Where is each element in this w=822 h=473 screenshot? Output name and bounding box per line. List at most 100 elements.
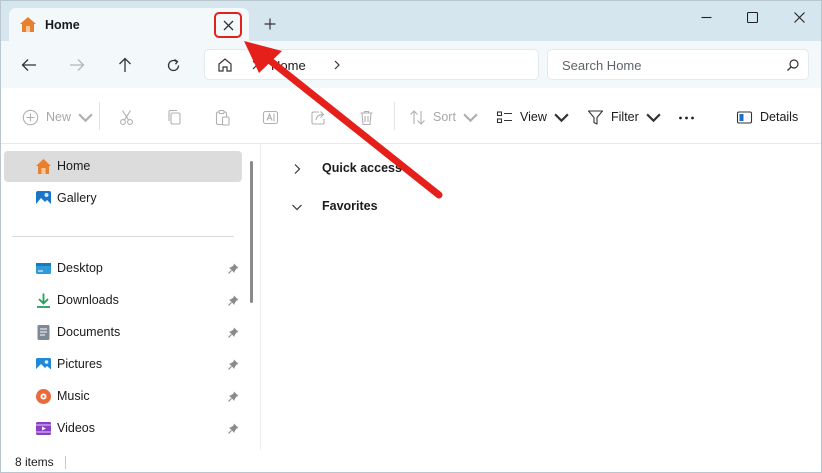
chevron-down-icon — [292, 204, 302, 211]
chevron-right-icon — [294, 164, 301, 174]
filter-icon — [587, 109, 604, 125]
sidebar-item-documents[interactable]: Documents — [4, 317, 242, 348]
section-label: Quick access — [322, 161, 402, 175]
section-quick-access[interactable]: Quick access — [291, 158, 402, 180]
sort-button[interactable]: Sort — [409, 106, 479, 128]
status-bar: 8 items — [1, 450, 821, 472]
chevron-right-icon[interactable] — [333, 58, 341, 72]
pin-icon[interactable] — [228, 263, 239, 274]
title-bar: Home — [1, 1, 821, 42]
home-icon — [36, 159, 51, 174]
delete-icon — [360, 110, 373, 125]
desktop-icon — [36, 263, 51, 274]
details-button[interactable]: Details — [736, 106, 798, 128]
sort-icon — [410, 109, 425, 125]
sidebar-item-home[interactable]: Home — [4, 151, 242, 182]
status-divider — [65, 456, 66, 469]
minimize-button[interactable] — [683, 1, 729, 33]
sidebar-item-label: Music — [57, 389, 90, 403]
pictures-icon — [36, 358, 51, 371]
address-field[interactable]: Home — [204, 49, 539, 80]
sidebar-item-pictures[interactable]: Pictures — [4, 349, 242, 380]
filter-label: Filter — [611, 110, 639, 124]
paste-button[interactable] — [214, 106, 231, 128]
refresh-icon — [167, 58, 179, 71]
tab-home[interactable]: Home — [9, 8, 249, 42]
content-pane: Quick access Favorites — [261, 144, 821, 450]
section-label: Favorites — [322, 199, 378, 213]
nav-divider — [12, 236, 234, 237]
close-window-button[interactable] — [776, 1, 821, 33]
rename-icon — [262, 110, 279, 124]
navigation-pane: Home Gallery Desktop Downloads Documents… — [1, 144, 259, 450]
forward-arrow-icon — [70, 59, 85, 71]
forward-button[interactable] — [64, 53, 90, 77]
chevron-down-icon — [78, 113, 93, 122]
new-button[interactable]: New — [22, 106, 94, 128]
item-count: 8 items — [15, 455, 54, 469]
chevron-down-icon — [554, 113, 569, 122]
up-arrow-icon — [119, 57, 131, 72]
back-button[interactable] — [16, 53, 42, 77]
plus-icon — [264, 18, 276, 30]
new-label: New — [46, 110, 72, 124]
toolbar-divider — [99, 102, 100, 130]
pin-icon[interactable] — [228, 423, 239, 434]
cut-icon — [120, 109, 133, 125]
back-arrow-icon — [21, 59, 36, 71]
cut-button[interactable] — [118, 106, 135, 128]
new-tab-button[interactable] — [259, 13, 281, 35]
filter-button[interactable]: Filter — [587, 106, 662, 128]
tab-close-button[interactable] — [214, 12, 242, 38]
sidebar-item-music[interactable]: Music — [4, 381, 242, 412]
breadcrumb-home[interactable]: Home — [271, 58, 306, 73]
pin-icon[interactable] — [228, 359, 239, 370]
more-icon — [679, 116, 694, 119]
view-button[interactable]: View — [496, 106, 570, 128]
address-bar: Home Search Home — [1, 41, 821, 88]
sidebar-item-label: Videos — [57, 421, 95, 435]
more-options-button[interactable] — [678, 106, 695, 128]
maximize-icon — [746, 11, 758, 23]
sidebar-item-downloads[interactable]: Downloads — [4, 285, 242, 316]
refresh-button[interactable] — [160, 53, 186, 77]
close-icon — [223, 20, 233, 30]
search-input[interactable]: Search Home — [547, 49, 809, 80]
videos-icon — [36, 422, 51, 435]
copy-button[interactable] — [166, 106, 183, 128]
pin-icon[interactable] — [228, 295, 239, 306]
sidebar-item-label: Downloads — [57, 293, 119, 307]
section-favorites[interactable]: Favorites — [291, 196, 378, 218]
scrollbar[interactable] — [250, 161, 253, 303]
delete-button[interactable] — [358, 106, 375, 128]
chevron-right-icon[interactable] — [251, 58, 259, 72]
view-list-icon — [496, 110, 512, 123]
maximize-button[interactable] — [729, 1, 775, 33]
toolbar-divider — [394, 102, 395, 130]
rename-button[interactable] — [262, 106, 279, 128]
pin-icon[interactable] — [228, 391, 239, 402]
command-bar: New Sort View Filter Details — [1, 88, 821, 144]
pin-icon[interactable] — [228, 327, 239, 338]
up-button[interactable] — [112, 53, 138, 77]
sidebar-item-label: Gallery — [57, 191, 97, 205]
sidebar-item-videos[interactable]: Videos — [4, 413, 242, 444]
sidebar-item-gallery[interactable]: Gallery — [4, 183, 242, 214]
home-icon — [20, 17, 36, 32]
close-icon — [793, 11, 805, 23]
chevron-down-icon — [463, 113, 478, 122]
sidebar-item-desktop[interactable]: Desktop — [4, 253, 242, 284]
downloads-icon — [37, 293, 50, 308]
details-pane-icon — [736, 110, 753, 124]
file-explorer-window: Home Home Search Home New Sort View Filt… — [0, 0, 822, 473]
gallery-icon — [36, 191, 51, 206]
sidebar-item-label: Desktop — [57, 261, 103, 275]
music-icon — [36, 389, 51, 404]
chevron-down-icon — [646, 113, 661, 122]
view-label: View — [520, 110, 547, 124]
sidebar-item-label: Documents — [57, 325, 121, 339]
home-icon — [218, 58, 232, 72]
share-button[interactable] — [310, 106, 327, 128]
search-placeholder: Search Home — [562, 58, 642, 73]
plus-circle-icon — [22, 109, 39, 125]
